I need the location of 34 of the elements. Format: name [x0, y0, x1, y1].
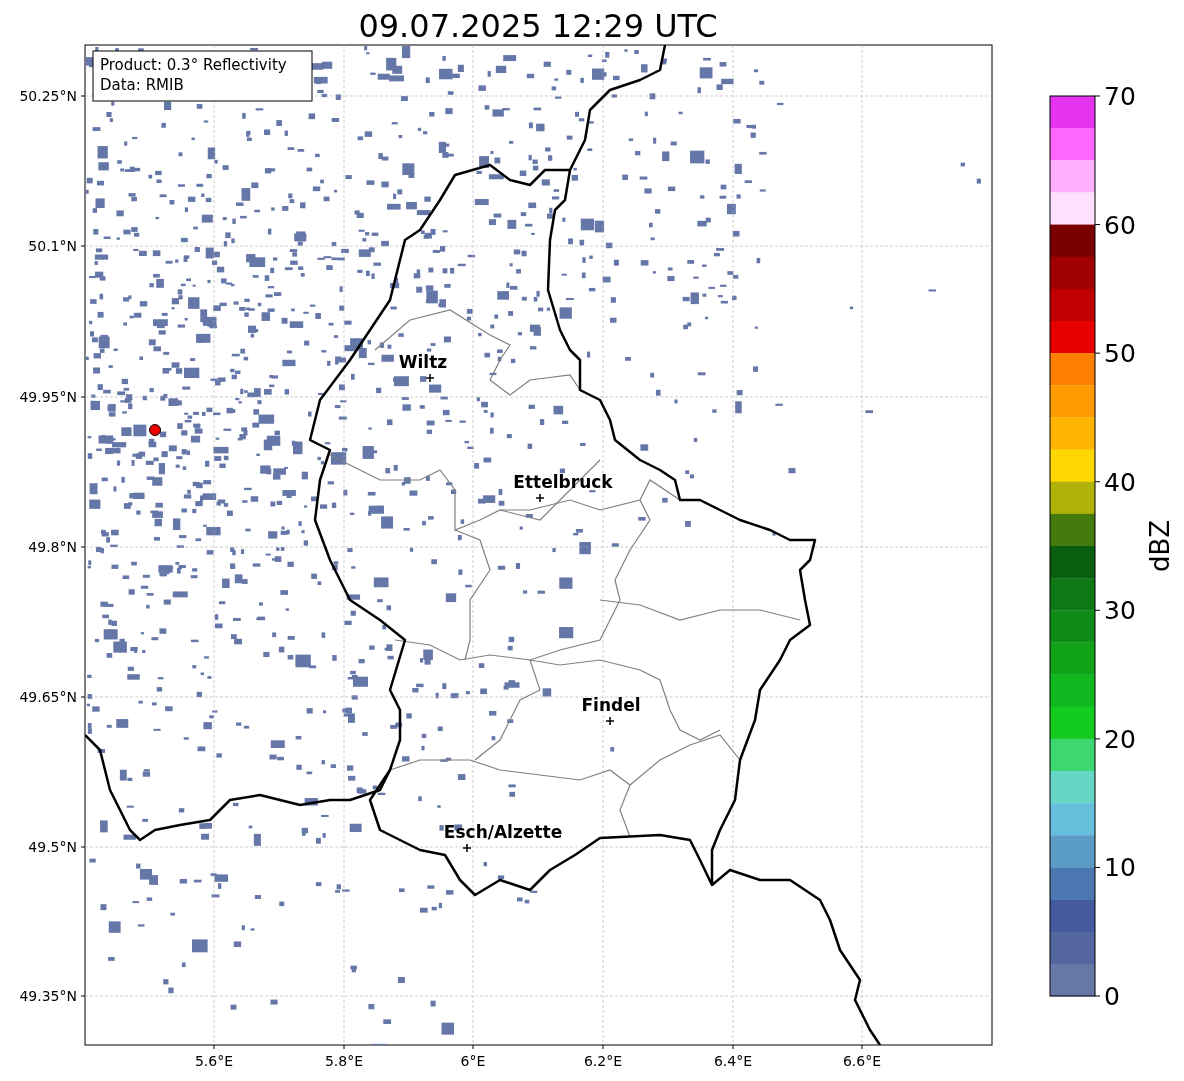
axis-tick-label: 50.1°N	[28, 238, 77, 254]
chart-title: 09.07.2025 12:29 UTC	[358, 7, 718, 45]
axis-tick-label: 49.8°N	[28, 539, 77, 555]
colorbar-tick-label: 40	[1104, 467, 1136, 497]
axis-tick-label: 6.6°E	[842, 1053, 882, 1069]
legend-text: Product: 0.3° Reflectivity	[100, 56, 287, 74]
axis-tick-label: 49.65°N	[19, 689, 77, 705]
colorbar-tick-label: 60	[1104, 210, 1136, 240]
city-label: Findel	[581, 695, 641, 715]
city-marker-icon	[535, 493, 545, 503]
city-label: Ettelbruck	[513, 472, 613, 492]
colorbar-tick-label: 0	[1104, 982, 1120, 1011]
city-marker-icon	[605, 716, 615, 726]
colorbar-tick-label: 30	[1104, 596, 1136, 626]
colorbar-tick-label: 10	[1104, 853, 1136, 883]
axis-tick-label: 6.4°E	[713, 1053, 753, 1069]
city-label: Wiltz	[398, 352, 448, 372]
axis-tick-label: 6°E	[460, 1053, 486, 1069]
axis-tick-label: 49.5°N	[28, 839, 77, 855]
axis-tick-label: 49.35°N	[19, 988, 77, 1004]
axis-tick-label: 5.8°E	[324, 1053, 364, 1069]
radar-site-marker	[149, 424, 161, 436]
axis-tick-label: 50.25°N	[19, 88, 77, 104]
axis-tick-label: 6.2°E	[583, 1053, 623, 1069]
axis-tick-label: 5.6°E	[194, 1053, 234, 1069]
axis-tick-label: 49.95°N	[19, 389, 77, 405]
colorbar-tick-label: 70	[1104, 82, 1136, 111]
colorbar-label: dBZ	[1145, 519, 1175, 573]
colorbar-tick-label: 20	[1104, 724, 1136, 754]
colorbar-tick-label: 50	[1104, 339, 1136, 369]
city-marker-icon	[425, 373, 435, 383]
legend-text: Data: RMIB	[100, 76, 184, 94]
city-marker-icon	[462, 843, 472, 853]
city-label: Esch/Alzette	[443, 822, 563, 842]
